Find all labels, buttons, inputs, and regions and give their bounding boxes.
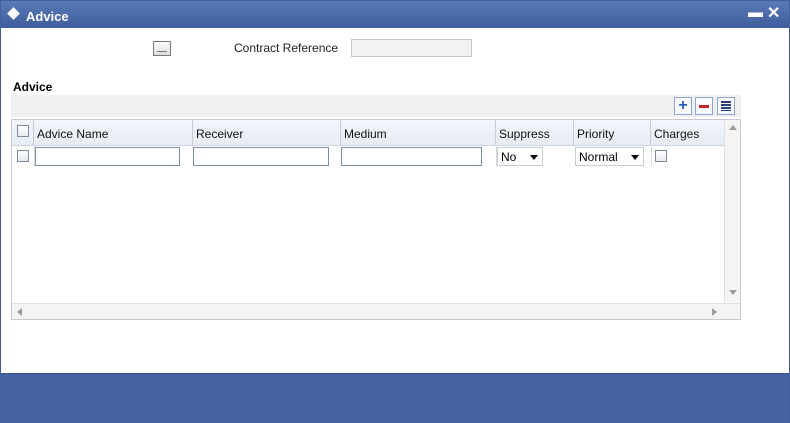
minimize-icon[interactable]: ▬ [748,4,763,21]
col-receiver: Receiver [193,120,341,145]
diamond-icon [7,7,20,20]
lookup-icon[interactable] [153,41,171,56]
col-suppress: Suppress [496,120,574,145]
col-charges: Charges [654,127,700,141]
advice-grid: Advice Name Receiver Medium Suppress Pri… [11,119,741,320]
section-title: Advice [13,80,53,94]
grid-toolbar [11,95,741,117]
col-priority: Priority [574,120,651,145]
col-medium: Medium [341,120,496,145]
contract-reference-label: Contract Reference [234,41,339,55]
scroll-up-icon[interactable] [729,125,737,130]
scroll-down-icon[interactable] [729,290,737,295]
grid-header: Advice Name Receiver Medium Suppress Pri… [12,120,724,146]
contract-reference-field[interactable] [351,39,472,57]
close-icon[interactable]: ✕ [767,3,780,23]
title-bar: Advice ▬ ✕ [1,1,789,28]
horizontal-scrollbar[interactable] [12,303,740,319]
medium-input[interactable] [341,147,482,166]
delete-row-button[interactable] [695,97,713,115]
row-divider [651,145,652,167]
charges-checkbox[interactable] [655,150,667,162]
col-advice-name: Advice Name [34,120,193,145]
chevron-down-icon [530,155,538,160]
window-title: Advice [26,9,69,24]
scroll-right-icon[interactable] [712,308,717,316]
advice-name-input[interactable] [35,147,180,166]
suppress-value: No [501,150,517,164]
row-select-checkbox[interactable] [17,150,29,162]
vertical-scrollbar[interactable] [724,120,740,303]
footer-bar [1,373,789,423]
suppress-select[interactable]: No [497,147,543,166]
add-row-button[interactable]: + [674,97,692,115]
view-rows-button[interactable] [717,97,735,115]
advice-window: Advice ▬ ✕ Contract Reference Advice + A… [0,0,790,423]
select-all-column [12,120,34,145]
select-all-checkbox[interactable] [17,125,29,137]
priority-value: Normal [579,150,618,164]
chevron-down-icon [631,155,639,160]
receiver-input[interactable] [193,147,329,166]
priority-select[interactable]: Normal [575,147,644,166]
scroll-left-icon[interactable] [17,308,22,316]
